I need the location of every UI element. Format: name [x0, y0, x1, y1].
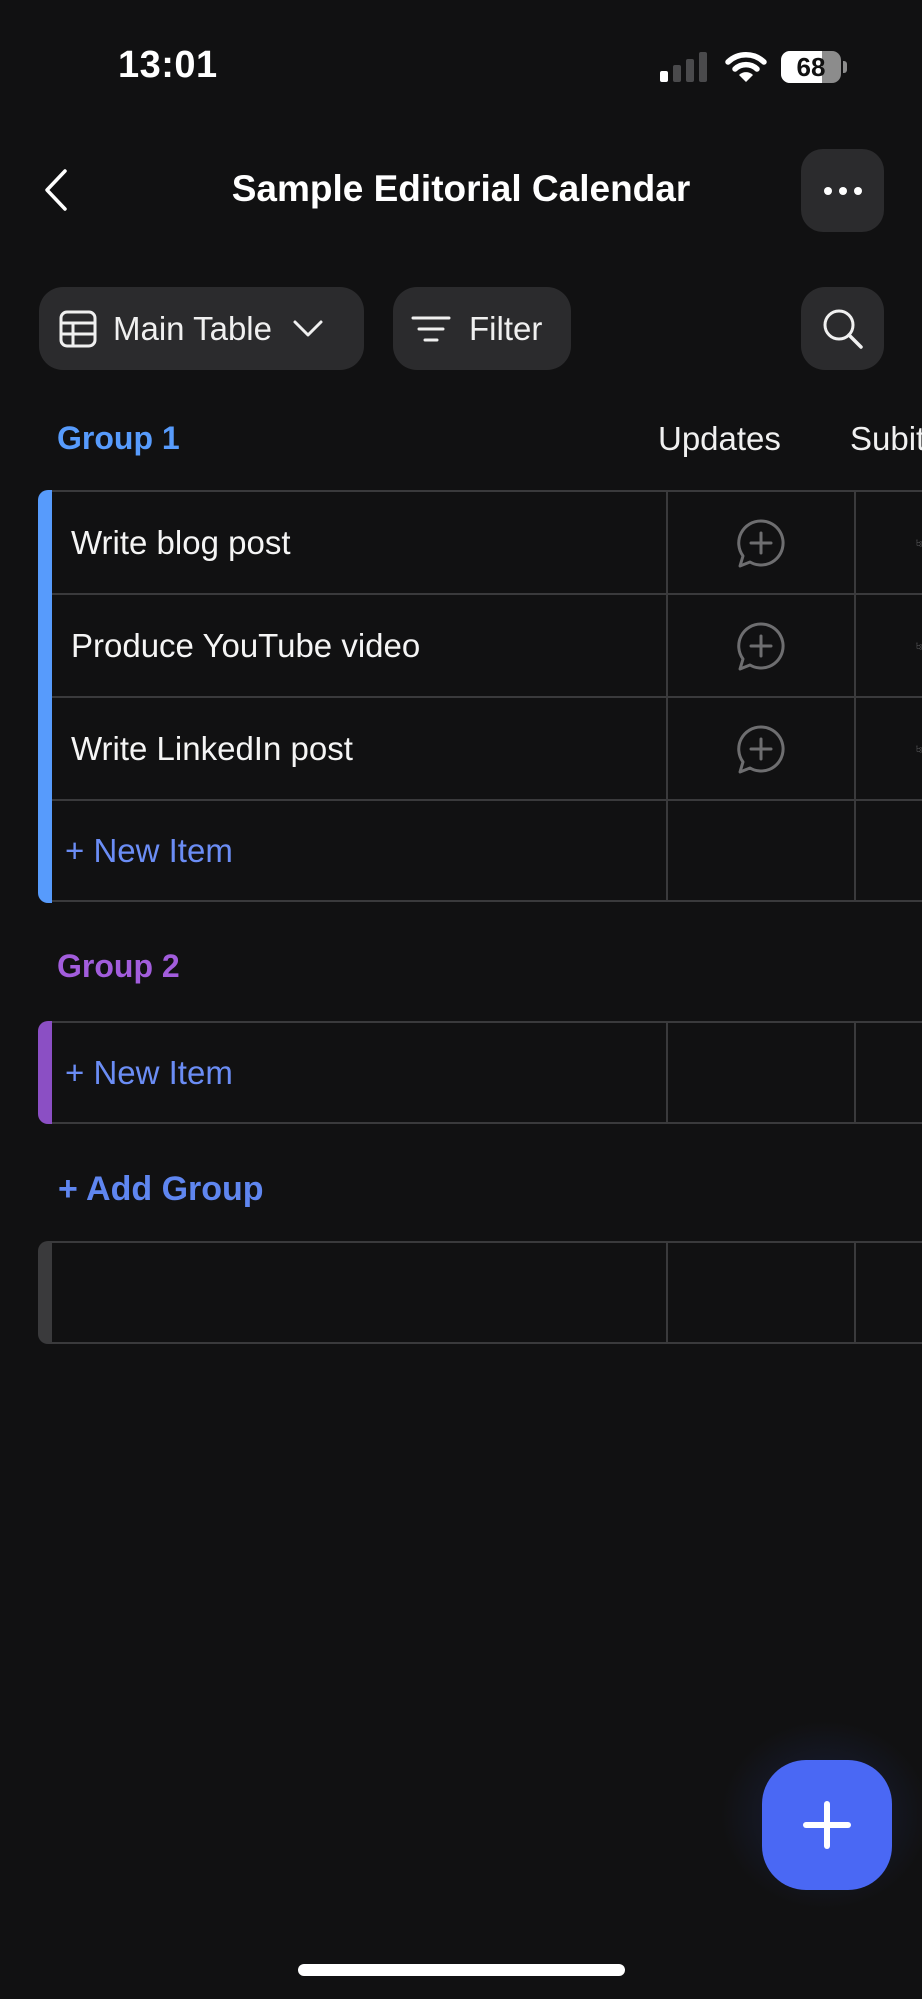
group-table: + New Item	[38, 1021, 922, 1124]
updates-cell[interactable]	[668, 698, 856, 799]
add-update-icon	[737, 621, 785, 670]
table-row[interactable]: Write blog post	[52, 490, 922, 593]
subitems-cell[interactable]	[856, 595, 922, 696]
filter-icon	[411, 316, 451, 341]
search-button[interactable]	[801, 287, 884, 370]
column-header-updates[interactable]: Updates	[658, 420, 781, 458]
page-title: Sample Editorial Calendar	[231, 168, 691, 209]
group-title[interactable]: Group 2	[57, 948, 180, 985]
subitems-icon	[916, 642, 922, 649]
battery-icon: 68	[781, 51, 841, 83]
subitems-cell[interactable]	[856, 698, 922, 799]
chevron-left-icon	[45, 169, 67, 211]
placeholder-cell	[52, 1243, 668, 1342]
subitems-cell	[856, 1023, 922, 1122]
table-row[interactable]: Produce YouTube video	[52, 593, 922, 696]
placeholder-group-table	[38, 1241, 922, 1344]
group-color-bar	[38, 1021, 52, 1124]
new-item-button[interactable]: + New Item	[52, 1023, 668, 1122]
placeholder-row	[52, 1241, 922, 1344]
home-indicator[interactable]	[298, 1964, 625, 1976]
filter-button[interactable]: Filter	[393, 287, 571, 370]
signal-icon	[660, 52, 707, 82]
updates-cell	[668, 1023, 856, 1122]
updates-cell[interactable]	[668, 595, 856, 696]
view-selector[interactable]: Main Table	[39, 287, 364, 370]
item-name[interactable]: Produce YouTube video	[52, 595, 668, 696]
add-group-button[interactable]: + Add Group	[58, 1170, 264, 1209]
new-item-button[interactable]: + New Item	[52, 801, 668, 900]
add-update-icon	[737, 518, 785, 567]
add-update-icon	[737, 724, 785, 773]
subitems-cell[interactable]	[856, 492, 922, 593]
updates-cell	[668, 801, 856, 900]
updates-cell[interactable]	[668, 492, 856, 593]
view-selector-label: Main Table	[113, 309, 272, 347]
battery-percent: 68	[796, 52, 826, 82]
table-icon	[59, 310, 97, 347]
subitems-cell	[856, 801, 922, 900]
column-header-subitems[interactable]: Subit	[850, 420, 922, 458]
chevron-down-icon	[293, 320, 323, 336]
group-color-bar	[38, 1241, 52, 1344]
group-title[interactable]: Group 1	[57, 420, 180, 457]
filter-label: Filter	[469, 309, 543, 347]
new-item-row[interactable]: + New Item	[52, 1021, 922, 1124]
group-table: Write blog post Produce YouTube video Wr…	[38, 490, 922, 903]
wifi-icon	[725, 52, 767, 82]
battery-tip	[843, 61, 847, 73]
new-item-row[interactable]: + New Item	[52, 799, 922, 902]
back-button[interactable]	[36, 165, 76, 215]
item-name[interactable]: Write LinkedIn post	[52, 698, 668, 799]
search-icon	[823, 309, 863, 349]
table-row[interactable]: Write LinkedIn post	[52, 696, 922, 799]
ellipsis-icon	[823, 186, 862, 195]
group-color-bar	[38, 490, 52, 903]
plus-icon	[803, 1801, 851, 1849]
subitems-icon	[916, 745, 922, 752]
more-options-button[interactable]	[801, 149, 884, 232]
item-name[interactable]: Write blog post	[52, 492, 668, 593]
subitems-icon	[916, 539, 922, 546]
status-time: 13:01	[118, 44, 218, 86]
add-fab-button[interactable]	[762, 1760, 892, 1890]
placeholder-cell	[856, 1243, 922, 1342]
placeholder-cell	[668, 1243, 856, 1342]
